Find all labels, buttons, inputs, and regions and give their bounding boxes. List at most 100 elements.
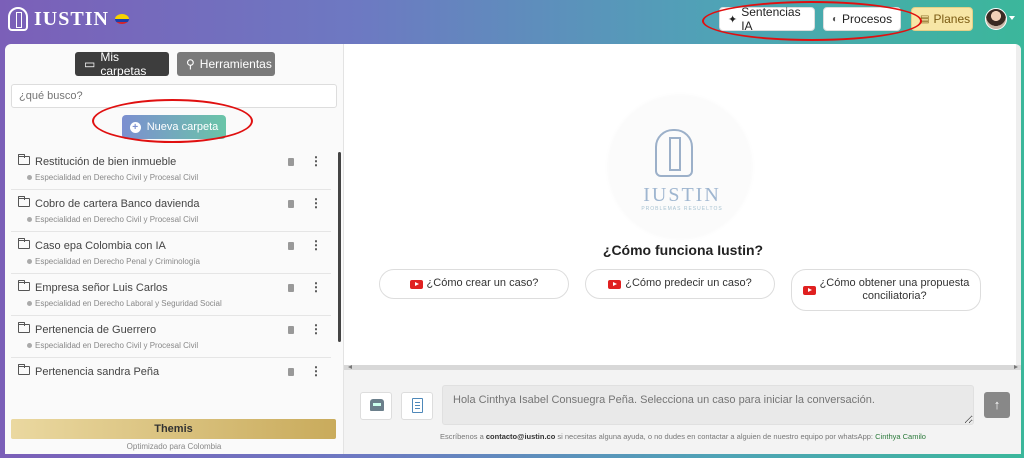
sidebar-tabs: ▭ Mis carpetas ⚲ Herramientas [75, 50, 275, 78]
whatsapp-contact-link[interactable]: Cinthya [875, 432, 900, 441]
planes-icon: ▤ [920, 13, 930, 25]
main-vertical-scrollbar[interactable] [1016, 44, 1021, 365]
folder-subtitle: Especialidad en Derecho Civil y Procesal… [27, 173, 198, 182]
folder-subtitle-text: Especialidad en Derecho Penal y Criminol… [35, 257, 200, 266]
chat-input[interactable] [442, 385, 974, 425]
tab-mis-carpetas-label: Mis carpetas [100, 50, 147, 78]
assistant-tool-button[interactable] [360, 392, 392, 420]
user-menu-chevron-down-icon[interactable] [1009, 16, 1015, 20]
sentencias-ia-button[interactable]: ✦ Sentencias IA [719, 5, 815, 33]
folder-title: Empresa señor Luis Carlos [35, 282, 168, 294]
more-options-icon[interactable]: ⋮ [310, 239, 322, 251]
plus-circle-icon: + [129, 121, 141, 133]
sparkle-icon: ✦ [728, 13, 738, 26]
more-options-icon[interactable]: ⋮ [310, 197, 322, 209]
tab-herramientas[interactable]: ⚲ Herramientas [177, 52, 275, 76]
user-avatar[interactable] [985, 8, 1007, 30]
trash-icon[interactable] [288, 242, 294, 250]
folder-title: Cobro de cartera Banco davienda [35, 198, 200, 210]
document-edit-icon [412, 398, 423, 413]
folder-subtitle: Especialidad en Derecho Laboral y Seguri… [27, 299, 222, 308]
procesos-label: Procesos [842, 12, 893, 26]
contact-suffix: si necesitas alguna ayuda, o no dudes en… [557, 432, 874, 441]
folder-subtitle-text: Especialidad en Derecho Civil y Procesal… [35, 215, 199, 224]
folder-subtitle: Especialidad en Derecho Penal y Criminol… [27, 257, 200, 266]
iustin-logo-icon [655, 129, 693, 177]
video-create-case-button[interactable]: ¿Cómo crear un caso? [379, 269, 569, 299]
more-options-icon[interactable]: ⋮ [310, 281, 322, 293]
pin-icon [27, 343, 32, 348]
youtube-icon [409, 279, 423, 289]
folder-title: Caso epa Colombia con IA [35, 240, 166, 252]
folder-icon [18, 364, 30, 375]
folder-list-scrollbar[interactable] [338, 152, 341, 342]
optimized-note: Optimizado para Colombia [126, 442, 222, 451]
contact-prefix: Escríbenos a [440, 432, 484, 441]
new-folder-button[interactable]: + Nueva carpeta [122, 115, 226, 139]
trash-icon[interactable] [288, 368, 294, 376]
contact-note: Escríbenos a contacto@iustin.co si neces… [344, 432, 1021, 441]
folder-subtitle-text: Especialidad en Derecho Civil y Procesal… [35, 173, 199, 182]
list-item[interactable]: Pertenencia sandra Peña ⋮ [11, 358, 331, 380]
list-item[interactable]: Restitución de bien inmueble Especialida… [11, 148, 331, 190]
themis-bar[interactable]: Themis [11, 419, 336, 439]
folder-icon [18, 280, 30, 291]
folder-icon [18, 196, 30, 207]
video-predict-case-label: ¿Cómo predecir un caso? [625, 277, 752, 290]
trash-icon[interactable] [288, 326, 294, 334]
new-folder-label: Nueva carpeta [146, 121, 219, 133]
pin-icon [27, 217, 32, 222]
colombia-flag-icon [114, 14, 129, 24]
procesos-button[interactable]: ◐ Procesos [823, 7, 901, 31]
youtube-icon [802, 285, 816, 295]
folder-icon [18, 154, 30, 165]
video-conciliation-button[interactable]: ¿Cómo obtener una propuesta conciliatori… [791, 269, 981, 311]
folder-subtitle: Especialidad en Derecho Civil y Procesal… [27, 215, 198, 224]
top-bar: IUSTIN ✦ Sentencias IA ◐ Procesos ▤ Plan… [0, 0, 1024, 42]
folder-list: Restitución de bien inmueble Especialida… [11, 148, 331, 380]
video-predict-case-button[interactable]: ¿Cómo predecir un caso? [585, 269, 775, 299]
trash-icon[interactable] [288, 284, 294, 292]
sidebar: ▭ Mis carpetas ⚲ Herramientas + Nueva ca… [5, 44, 343, 454]
chat-footer: ↑ Escríbenos a contacto@iustin.co si nec… [344, 370, 1021, 454]
send-button[interactable]: ↑ [984, 392, 1010, 418]
tab-mis-carpetas[interactable]: ▭ Mis carpetas [75, 50, 169, 78]
whatsapp-contact-link[interactable]: Camilo [903, 432, 926, 441]
planes-label: Planes [933, 12, 971, 26]
video-create-case-label: ¿Cómo crear un caso? [426, 277, 539, 290]
youtube-icon [608, 279, 622, 289]
more-options-icon[interactable]: ⋮ [310, 323, 322, 335]
folder-title: Pertenencia sandra Peña [35, 366, 160, 378]
folder-icon: ▭ [84, 57, 96, 71]
contact-email-link[interactable]: contacto@iustin.co [486, 432, 555, 441]
main-logo-text: IUSTIN [643, 184, 721, 206]
tools-icon: ⚲ [186, 57, 195, 71]
brand-name: IUSTIN [34, 7, 109, 30]
sentencias-ia-label: Sentencias IA [741, 5, 801, 33]
folder-subtitle: Especialidad en Derecho Civil y Procesal… [27, 341, 198, 350]
pin-icon [27, 259, 32, 264]
list-item[interactable]: Cobro de cartera Banco davienda Especial… [11, 190, 331, 232]
pin-icon [27, 301, 32, 306]
folder-subtitle-text: Especialidad en Derecho Civil y Procesal… [35, 341, 199, 350]
trash-icon[interactable] [288, 200, 294, 208]
brand-logo[interactable]: IUSTIN [8, 7, 129, 31]
document-tool-button[interactable] [401, 392, 433, 420]
video-conciliation-label: ¿Cómo obtener una propuesta conciliatori… [819, 276, 970, 302]
arrow-up-icon: ↑ [993, 397, 1001, 412]
planes-button[interactable]: ▤ Planes [911, 7, 973, 31]
more-options-icon[interactable]: ⋮ [310, 365, 322, 377]
pin-icon [27, 175, 32, 180]
list-item[interactable]: Pertenencia de Guerrero Especialidad en … [11, 316, 331, 358]
main-panel: IUSTIN PROBLEMAS RESUELTOS ¿Cómo funcion… [343, 44, 1021, 454]
tab-herramientas-label: Herramientas [199, 57, 272, 71]
list-item[interactable]: Empresa señor Luis Carlos Especialidad e… [11, 274, 331, 316]
list-item[interactable]: Caso epa Colombia con IA Especialidad en… [11, 232, 331, 274]
folder-title: Pertenencia de Guerrero [35, 324, 157, 336]
folder-subtitle-text: Especialidad en Derecho Laboral y Seguri… [35, 299, 222, 308]
robot-icon [370, 399, 384, 411]
procesos-icon: ◐ [832, 13, 839, 25]
more-options-icon[interactable]: ⋮ [310, 155, 322, 167]
trash-icon[interactable] [288, 158, 294, 166]
search-input[interactable] [11, 84, 337, 108]
